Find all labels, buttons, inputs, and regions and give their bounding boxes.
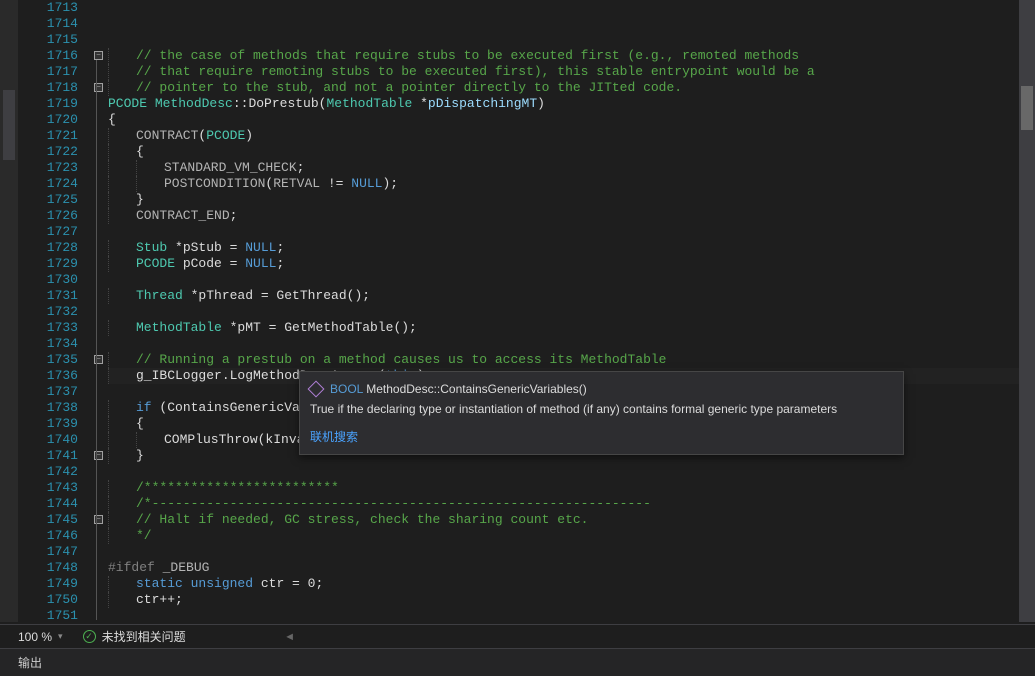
line-number: 1741 [18, 448, 78, 464]
code-line[interactable]: ctr++; [108, 592, 1035, 608]
code-line[interactable]: PCODE pCode = NULL; [108, 256, 1035, 272]
zoom-value: 100 % [18, 630, 52, 644]
arrow-left-icon[interactable]: ◄ [284, 631, 295, 643]
code-line[interactable]: static unsigned ctr = 0; [108, 576, 1035, 592]
line-number: 1719 [18, 96, 78, 112]
line-number: 1742 [18, 464, 78, 480]
code-line[interactable]: } [108, 192, 1035, 208]
line-number: 1718 [18, 80, 78, 96]
tooltip-description: True if the declaring type or instantiat… [310, 400, 893, 418]
line-number: 1722 [18, 144, 78, 160]
code-line[interactable] [108, 608, 1035, 624]
code-line[interactable]: CONTRACT(PCODE) [108, 128, 1035, 144]
code-line[interactable]: */ [108, 528, 1035, 544]
line-number: 1723 [18, 160, 78, 176]
code-line[interactable]: // pointer to the stub, and not a pointe… [108, 80, 1035, 96]
line-number: 1732 [18, 304, 78, 320]
code-line[interactable]: // the case of methods that require stub… [108, 48, 1035, 64]
intellisense-tooltip: BOOL MethodDesc::ContainsGenericVariable… [299, 371, 904, 455]
line-number: 1733 [18, 320, 78, 336]
line-number: 1737 [18, 384, 78, 400]
code-line[interactable]: { [108, 112, 1035, 128]
code-line[interactable] [108, 304, 1035, 320]
output-panel-title: 输出 [18, 654, 42, 671]
scroll-thumb[interactable] [3, 90, 15, 160]
line-number: 1728 [18, 240, 78, 256]
chevron-down-icon: ▾ [58, 631, 63, 642]
line-number-gutter: 1713171417151716171717181719172017211722… [18, 0, 92, 622]
code-line[interactable]: PCODE MethodDesc::DoPrestub(MethodTable … [108, 96, 1035, 112]
code-line[interactable] [108, 544, 1035, 560]
no-issues-label: 未找到相关问题 [102, 628, 186, 645]
line-number: 1738 [18, 400, 78, 416]
line-number: 1735 [18, 352, 78, 368]
line-number: 1740 [18, 432, 78, 448]
line-number: 1739 [18, 416, 78, 432]
line-number: 1721 [18, 128, 78, 144]
tooltip-signature-type: BOOL [330, 382, 366, 396]
code-line[interactable]: // that require remoting stubs to be exe… [108, 64, 1035, 80]
code-line[interactable]: STANDARD_VM_CHECK; [108, 160, 1035, 176]
line-number: 1734 [18, 336, 78, 352]
code-line[interactable]: POSTCONDITION(RETVAL != NULL); [108, 176, 1035, 192]
vertical-scrollbar[interactable] [1019, 0, 1035, 622]
line-number: 1717 [18, 64, 78, 80]
no-issues-indicator[interactable]: ✓ 未找到相关问题 [83, 628, 186, 645]
code-line[interactable]: Thread *pThread = GetThread(); [108, 288, 1035, 304]
code-content[interactable]: // the case of methods that require stub… [108, 0, 1035, 622]
line-number: 1751 [18, 608, 78, 624]
code-line[interactable]: { [108, 144, 1035, 160]
line-number: 1724 [18, 176, 78, 192]
line-number: 1730 [18, 272, 78, 288]
code-line[interactable] [108, 464, 1035, 480]
line-number: 1746 [18, 528, 78, 544]
line-number: 1715 [18, 32, 78, 48]
line-number: 1720 [18, 112, 78, 128]
line-number: 1745 [18, 512, 78, 528]
code-line[interactable] [108, 336, 1035, 352]
code-line[interactable]: // Halt if needed, GC stress, check the … [108, 512, 1035, 528]
output-panel[interactable]: 输出 [0, 648, 1035, 676]
line-number: 1725 [18, 192, 78, 208]
line-number: 1743 [18, 480, 78, 496]
line-number: 1747 [18, 544, 78, 560]
line-number: 1716 [18, 48, 78, 64]
line-number: 1727 [18, 224, 78, 240]
check-circle-icon: ✓ [83, 630, 96, 643]
code-line[interactable]: CONTRACT_END; [108, 208, 1035, 224]
line-number: 1714 [18, 16, 78, 32]
line-number: 1744 [18, 496, 78, 512]
tooltip-signature-rest: MethodDesc::ContainsGenericVariables() [366, 382, 587, 396]
line-number: 1748 [18, 560, 78, 576]
code-editor[interactable]: 1713171417151716171717181719172017211722… [0, 0, 1035, 622]
line-number: 1726 [18, 208, 78, 224]
line-number: 1749 [18, 576, 78, 592]
code-line[interactable]: /************************* [108, 480, 1035, 496]
line-number: 1729 [18, 256, 78, 272]
fold-gutter[interactable]: −−−−− [92, 0, 108, 622]
tooltip-search-online-link[interactable]: 联机搜索 [310, 428, 358, 446]
fold-toggle[interactable]: − [94, 51, 103, 60]
line-number: 1750 [18, 592, 78, 608]
editor-status-strip: 100 % ▾ ✓ 未找到相关问题 ◄ [0, 624, 1035, 648]
symbol-icon [308, 381, 325, 398]
code-line[interactable]: MethodTable *pMT = GetMethodTable(); [108, 320, 1035, 336]
code-line[interactable]: #ifdef _DEBUG [108, 560, 1035, 576]
line-number: 1731 [18, 288, 78, 304]
code-line[interactable]: Stub *pStub = NULL; [108, 240, 1035, 256]
zoom-level[interactable]: 100 % ▾ [0, 630, 69, 644]
code-line[interactable] [108, 272, 1035, 288]
vertical-scroll-thumb[interactable] [1021, 86, 1033, 130]
line-number: 1736 [18, 368, 78, 384]
line-number: 1713 [18, 0, 78, 16]
left-scroll-gutter[interactable] [0, 0, 18, 622]
code-line[interactable] [108, 224, 1035, 240]
code-line[interactable]: // Running a prestub on a method causes … [108, 352, 1035, 368]
code-line[interactable]: /*--------------------------------------… [108, 496, 1035, 512]
